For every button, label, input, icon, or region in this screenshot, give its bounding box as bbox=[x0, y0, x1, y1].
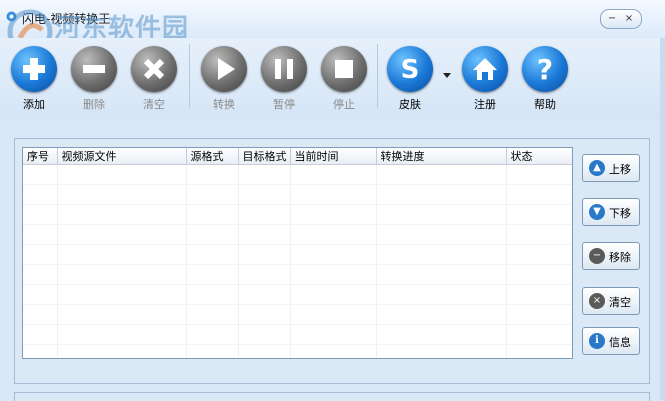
minimize-button[interactable]: − bbox=[605, 12, 619, 26]
skin-label: 皮肤 bbox=[399, 98, 421, 111]
table-row bbox=[23, 244, 572, 265]
table-row bbox=[23, 184, 572, 205]
column-header-progress[interactable]: 转换进度 bbox=[376, 148, 507, 165]
skin-s-icon: S bbox=[387, 46, 433, 92]
move-up-label: 上移 bbox=[609, 163, 631, 176]
clear-list-button[interactable]: × 清空 bbox=[582, 287, 640, 315]
clear-list-label: 清空 bbox=[609, 296, 631, 309]
svg-text:?: ? bbox=[537, 53, 553, 86]
table-header: 序号 视频源文件 源格式 目标格式 当前时间 转换进度 状态 bbox=[23, 148, 572, 165]
question-icon: ? bbox=[522, 46, 568, 92]
stop-icon bbox=[321, 46, 367, 92]
table-row bbox=[23, 224, 572, 245]
column-header-source-format[interactable]: 源格式 bbox=[186, 148, 239, 165]
info-icon: i bbox=[589, 333, 605, 349]
stop-button[interactable]: 停止 bbox=[316, 46, 372, 118]
move-down-label: 下移 bbox=[609, 207, 631, 220]
remove-button[interactable]: − 移除 bbox=[582, 242, 640, 270]
minus-icon bbox=[71, 46, 117, 92]
clear-label: 清空 bbox=[143, 98, 165, 111]
info-label: 信息 bbox=[609, 336, 631, 349]
x-icon bbox=[131, 46, 177, 92]
table-row bbox=[23, 264, 572, 285]
stop-label: 停止 bbox=[333, 98, 355, 111]
convert-label: 转换 bbox=[213, 98, 235, 111]
move-up-button[interactable]: ▲ 上移 bbox=[582, 154, 640, 182]
skin-dropdown-arrow-icon[interactable] bbox=[443, 73, 451, 78]
delete-button[interactable]: 删除 bbox=[66, 46, 122, 118]
play-icon bbox=[201, 46, 247, 92]
toolbar-separator bbox=[189, 44, 190, 108]
table-row bbox=[23, 284, 572, 305]
window-right-border bbox=[660, 38, 665, 400]
help-label: 帮助 bbox=[534, 98, 556, 111]
table-row bbox=[23, 324, 572, 345]
toolbar-separator bbox=[377, 44, 378, 108]
file-list-table[interactable]: 序号 视频源文件 源格式 目标格式 当前时间 转换进度 状态 bbox=[22, 147, 573, 359]
table-body bbox=[23, 164, 572, 358]
pause-icon bbox=[261, 46, 307, 92]
x-circle-icon: × bbox=[589, 293, 605, 309]
svg-text:S: S bbox=[401, 55, 420, 85]
plus-icon bbox=[11, 46, 57, 92]
app-icon bbox=[6, 11, 17, 22]
help-button[interactable]: ? 帮助 bbox=[517, 46, 573, 118]
table-row bbox=[23, 344, 572, 358]
column-header-source-file[interactable]: 视频源文件 bbox=[57, 148, 187, 165]
delete-label: 删除 bbox=[83, 98, 105, 111]
move-down-button[interactable]: ▼ 下移 bbox=[582, 198, 640, 226]
column-header-current-time[interactable]: 当前时间 bbox=[290, 148, 377, 165]
clear-button[interactable]: 清空 bbox=[126, 46, 182, 118]
register-label: 注册 bbox=[474, 98, 496, 111]
column-header-status[interactable]: 状态 bbox=[506, 148, 572, 165]
arrow-down-icon: ▼ bbox=[589, 204, 605, 220]
column-header-target-format[interactable]: 目标格式 bbox=[238, 148, 291, 165]
column-header-index[interactable]: 序号 bbox=[23, 148, 58, 165]
title-bar: 闪电-视频转换王 − × bbox=[0, 0, 665, 38]
pause-button[interactable]: 暂停 bbox=[256, 46, 312, 118]
add-label: 添加 bbox=[23, 98, 45, 111]
table-row bbox=[23, 164, 572, 185]
toolbar: 添加 删除 清空 转换 暂停 停止 S 皮肤 注册 ? 帮助 bbox=[0, 38, 665, 120]
minus-circle-icon: − bbox=[589, 248, 605, 264]
window-controls: − × bbox=[600, 9, 642, 29]
window-title: 闪电-视频转换王 bbox=[22, 12, 111, 26]
table-row bbox=[23, 304, 572, 325]
remove-label: 移除 bbox=[609, 251, 631, 264]
skin-button[interactable]: S 皮肤 bbox=[382, 46, 438, 118]
close-button[interactable]: × bbox=[622, 12, 636, 26]
home-icon bbox=[462, 46, 508, 92]
info-button[interactable]: i 信息 bbox=[582, 327, 640, 355]
register-button[interactable]: 注册 bbox=[457, 46, 513, 118]
add-button[interactable]: 添加 bbox=[6, 46, 62, 118]
arrow-up-icon: ▲ bbox=[589, 160, 605, 176]
table-row bbox=[23, 204, 572, 225]
pause-label: 暂停 bbox=[273, 98, 295, 111]
convert-button[interactable]: 转换 bbox=[196, 46, 252, 118]
